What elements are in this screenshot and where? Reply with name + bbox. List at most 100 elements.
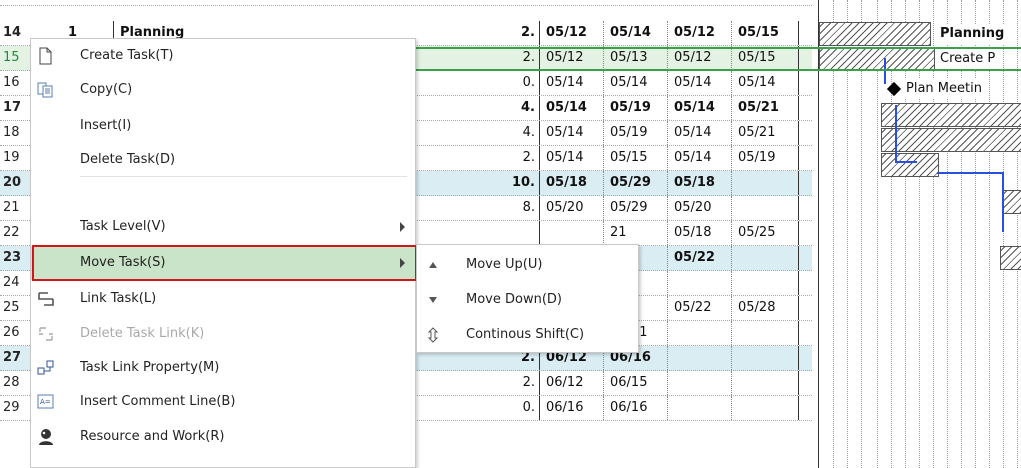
table-cell-d4[interactable] bbox=[733, 371, 799, 395]
table-cell-d1[interactable]: 06/12 bbox=[541, 371, 604, 395]
submenu-item-label: Continous Shift(C) bbox=[466, 327, 585, 342]
menu-item-task-level[interactable]: Task Level(V) bbox=[31, 210, 415, 244]
table-cell-d4[interactable] bbox=[733, 271, 799, 295]
table-cell-d4[interactable] bbox=[733, 396, 799, 420]
submenu-item-continuous-shift[interactable]: Continous Shift(C) bbox=[417, 317, 638, 352]
table-cell-d2[interactable]: 05/15 bbox=[605, 146, 668, 170]
menu-item-resource-and-work[interactable]: Resource and Work(R) bbox=[31, 420, 415, 454]
comment-line-icon: A= bbox=[36, 393, 58, 411]
submenu-item-move-down[interactable]: Move Down(D) bbox=[417, 282, 638, 317]
link-line bbox=[895, 161, 917, 163]
table-cell-dur[interactable]: 0. bbox=[476, 71, 540, 95]
table-cell-d4[interactable]: 05/25 bbox=[733, 221, 799, 245]
gantt-bar[interactable] bbox=[881, 153, 939, 177]
table-cell-d4[interactable] bbox=[733, 196, 799, 220]
menu-item-create-task[interactable]: Create Task(T) bbox=[31, 39, 415, 73]
table-cell-d2[interactable]: 05/19 bbox=[605, 121, 668, 145]
menu-item-label: Task Level(V) bbox=[80, 219, 166, 234]
menu-item-label: Delete Task Link(K) bbox=[80, 326, 205, 341]
arrow-down-icon bbox=[425, 292, 441, 308]
table-cell-d2[interactable]: 05/14 bbox=[605, 21, 668, 45]
context-menu: Create Task(T) Copy(C) Insert(I) Delete … bbox=[30, 38, 417, 468]
table-cell-d3[interactable]: 05/14 bbox=[669, 121, 732, 145]
table-cell-d4[interactable] bbox=[733, 246, 799, 270]
table-cell-d1[interactable]: 05/18 bbox=[541, 171, 604, 195]
table-cell-d3[interactable]: 05/20 bbox=[669, 196, 732, 220]
table-cell-d4[interactable] bbox=[733, 321, 799, 345]
menu-item-insert-comment-line[interactable]: A= Insert Comment Line(B) bbox=[31, 385, 415, 419]
table-cell-d1[interactable]: 05/14 bbox=[541, 71, 604, 95]
unlink-icon bbox=[36, 325, 58, 343]
menu-item-delete-task-link[interactable]: Delete Task Link(K) bbox=[31, 317, 415, 351]
table-cell-d1[interactable]: 05/12 bbox=[541, 21, 604, 45]
menu-item-label: Task Link Property(M) bbox=[80, 360, 220, 375]
table-cell-dur[interactable] bbox=[476, 221, 540, 245]
table-cell-d3[interactable]: 05/22 bbox=[669, 296, 732, 320]
gantt-bar[interactable] bbox=[1000, 246, 1021, 270]
arrow-up-icon bbox=[425, 257, 441, 273]
resource-icon bbox=[36, 428, 58, 446]
table-cell-d2[interactable]: 06/15 bbox=[605, 371, 668, 395]
table-cell-dur[interactable]: 4. bbox=[476, 121, 540, 145]
table-cell-d3[interactable] bbox=[669, 321, 732, 345]
gantt-bar[interactable] bbox=[1002, 190, 1021, 214]
link-property-icon bbox=[36, 359, 58, 377]
table-cell-d2[interactable]: 05/29 bbox=[605, 196, 668, 220]
table-cell-d3[interactable]: 05/14 bbox=[669, 96, 732, 120]
table-cell-dur[interactable]: 4. bbox=[476, 96, 540, 120]
menu-item-link-task[interactable]: Link Task(L) bbox=[31, 282, 415, 316]
table-cell-dur[interactable]: 2. bbox=[476, 371, 540, 395]
table-cell-d3[interactable]: 05/22 bbox=[669, 246, 732, 270]
table-cell-dur[interactable]: 2. bbox=[476, 146, 540, 170]
table-cell-d1[interactable] bbox=[541, 221, 604, 245]
table-cell-d1[interactable]: 05/14 bbox=[541, 146, 604, 170]
table-cell-d3[interactable] bbox=[669, 271, 732, 295]
menu-item-label: Resource and Work(R) bbox=[80, 429, 225, 444]
table-cell-d2[interactable]: 05/29 bbox=[605, 171, 668, 195]
milestone-marker[interactable] bbox=[886, 81, 902, 97]
table-cell-d3[interactable]: 05/18 bbox=[669, 171, 732, 195]
table-cell-d1[interactable]: 05/20 bbox=[541, 196, 604, 220]
gantt-bar[interactable] bbox=[881, 103, 1021, 127]
app-window: 141Planning2.05/1205/1405/1205/15151.1Cr… bbox=[0, 0, 1021, 468]
table-cell-dur[interactable]: 2. bbox=[476, 21, 540, 45]
table-cell-d1[interactable]: 06/16 bbox=[541, 396, 604, 420]
table-cell-d2[interactable]: 05/14 bbox=[605, 71, 668, 95]
gantt-bar-planning[interactable] bbox=[819, 22, 931, 46]
submenu-item-move-up[interactable]: Move Up(U) bbox=[417, 247, 638, 282]
menu-item-label: Link Task(L) bbox=[80, 291, 157, 306]
table-cell-d3[interactable] bbox=[669, 346, 732, 370]
gantt-label: Plan Meetin bbox=[903, 79, 985, 99]
table-cell-d4[interactable]: 05/15 bbox=[733, 21, 799, 45]
table-cell-d3[interactable]: 05/14 bbox=[669, 71, 732, 95]
menu-item-task-link-property[interactable]: Task Link Property(M) bbox=[31, 351, 415, 385]
table-cell-d3[interactable]: 05/14 bbox=[669, 146, 732, 170]
menu-item-delete-task[interactable]: Delete Task(D) bbox=[31, 143, 415, 177]
table-cell-d3[interactable] bbox=[669, 371, 732, 395]
table-cell-d2[interactable]: 06/16 bbox=[605, 396, 668, 420]
table-cell-d2[interactable]: 05/19 bbox=[605, 96, 668, 120]
new-document-icon bbox=[36, 47, 58, 65]
table-cell-d4[interactable]: 05/28 bbox=[733, 296, 799, 320]
table-cell-d1[interactable]: 05/14 bbox=[541, 96, 604, 120]
table-cell-dur[interactable]: 10. bbox=[476, 171, 540, 195]
menu-item-insert[interactable]: Insert(I) bbox=[31, 109, 415, 143]
table-cell-d4[interactable]: 05/14 bbox=[733, 71, 799, 95]
table-cell-d2[interactable]: 21 bbox=[605, 221, 668, 245]
table-cell-d3[interactable]: 05/18 bbox=[669, 221, 732, 245]
table-cell-d4[interactable] bbox=[733, 346, 799, 370]
table-cell-d4[interactable]: 05/21 bbox=[733, 121, 799, 145]
gantt-bar[interactable] bbox=[881, 128, 1021, 152]
table-cell-d3[interactable] bbox=[669, 396, 732, 420]
table-cell-d4[interactable]: 05/21 bbox=[733, 96, 799, 120]
grid-row-partial bbox=[0, 0, 812, 6]
table-cell-d4[interactable]: 05/19 bbox=[733, 146, 799, 170]
table-cell-d3[interactable]: 05/12 bbox=[669, 21, 732, 45]
table-cell-dur[interactable]: 0. bbox=[476, 396, 540, 420]
table-cell-d4[interactable] bbox=[733, 171, 799, 195]
submenu-item-label: Move Up(U) bbox=[466, 257, 543, 272]
table-cell-dur[interactable]: 8. bbox=[476, 196, 540, 220]
table-cell-d1[interactable]: 05/14 bbox=[541, 121, 604, 145]
menu-item-copy[interactable]: Copy(C) bbox=[31, 73, 415, 107]
move-task-submenu: Move Up(U) Move Down(D) Continous Shift(… bbox=[416, 244, 639, 353]
